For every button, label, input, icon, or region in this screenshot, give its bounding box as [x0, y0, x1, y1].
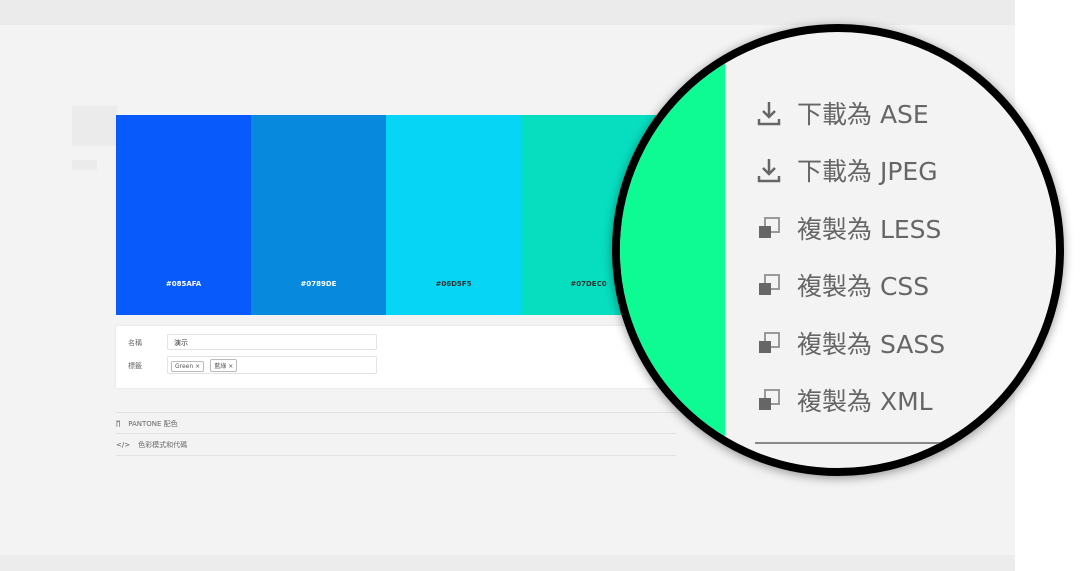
- menu-item-download-jpeg[interactable]: 下載為 JPEG: [755, 142, 945, 200]
- swatch-hex: #085AFA: [165, 280, 202, 288]
- section-pantone[interactable]: ᛖ PANTONE 配色: [116, 412, 676, 434]
- download-icon: [757, 101, 781, 125]
- palette-info-card: 名稱 演示 標籤 Green × 藍綠 ×: [116, 326, 676, 388]
- menu-divider: [755, 442, 975, 444]
- menu-item-label: 複製為 CSS: [797, 272, 930, 302]
- top-bar: [0, 0, 1015, 25]
- copy-icon: [759, 216, 780, 238]
- copy-icon: [759, 274, 780, 296]
- menu-item-label: 下載為 JPEG: [797, 157, 938, 187]
- swatch[interactable]: #06D5F5: [386, 115, 521, 315]
- tags-input[interactable]: Green × 藍綠 ×: [167, 356, 377, 374]
- menu-item-label: 下載為 ASE: [797, 99, 929, 129]
- swatch[interactable]: #085AFA: [116, 115, 251, 315]
- swatch-hex: #06D5F5: [435, 280, 472, 288]
- tags-label: 標籤: [128, 362, 142, 370]
- tag-label: 藍綠: [214, 363, 227, 370]
- name-input[interactable]: 演示: [167, 334, 377, 350]
- section-label: 色彩模式和代碼: [138, 440, 188, 449]
- tag-remove-icon[interactable]: ×: [195, 363, 200, 370]
- tag-chip: Green ×: [171, 361, 205, 372]
- menu-item-copy-less[interactable]: 複製為 LESS: [755, 199, 945, 257]
- menu-item-label: 複製為 LESS: [797, 214, 942, 244]
- menu-item-copy-css[interactable]: 複製為 CSS: [755, 257, 945, 315]
- menu-item-copy-sass[interactable]: 複製為 SASS: [755, 314, 945, 372]
- status-bar: [0, 555, 1015, 571]
- export-menu: 下載為 ASE 下載為 JPEG 複製為 LESS 複製為 CSS 複製為 SA…: [755, 84, 945, 429]
- tag-label: Green: [175, 363, 194, 370]
- menu-item-label: 複製為 XML: [797, 387, 933, 417]
- tag-remove-icon[interactable]: ×: [228, 363, 233, 370]
- pantone-icon: ᛖ: [116, 419, 121, 428]
- swatch-hex: #07DEC0: [570, 280, 607, 288]
- copy-icon: [759, 331, 780, 353]
- faded-sidebar-block: [72, 106, 117, 146]
- magnified-swatch: [620, 32, 725, 468]
- code-icon: </>: [116, 440, 131, 449]
- copy-icon: [759, 389, 780, 411]
- swatch-hex: #0789DE: [300, 280, 337, 288]
- section-color-codes[interactable]: </> 色彩模式和代碼: [116, 433, 676, 456]
- section-label: PANTONE 配色: [128, 419, 178, 428]
- menu-item-copy-xml[interactable]: 複製為 XML: [755, 372, 945, 430]
- tag-chip: 藍綠 ×: [210, 359, 238, 372]
- swatch[interactable]: #0789DE: [251, 115, 386, 315]
- menu-item-download-ase[interactable]: 下載為 ASE: [755, 84, 945, 142]
- magnifier-callout: 下載為 ASE 下載為 JPEG 複製為 LESS 複製為 CSS 複製為 SA…: [612, 24, 1064, 476]
- palette-swatches: #085AFA #0789DE #06D5F5 #07DEC0: [116, 115, 656, 315]
- name-label: 名稱: [128, 339, 142, 347]
- download-icon: [757, 159, 781, 183]
- faded-sidebar-block: [72, 160, 97, 170]
- menu-item-label: 複製為 SASS: [797, 329, 946, 359]
